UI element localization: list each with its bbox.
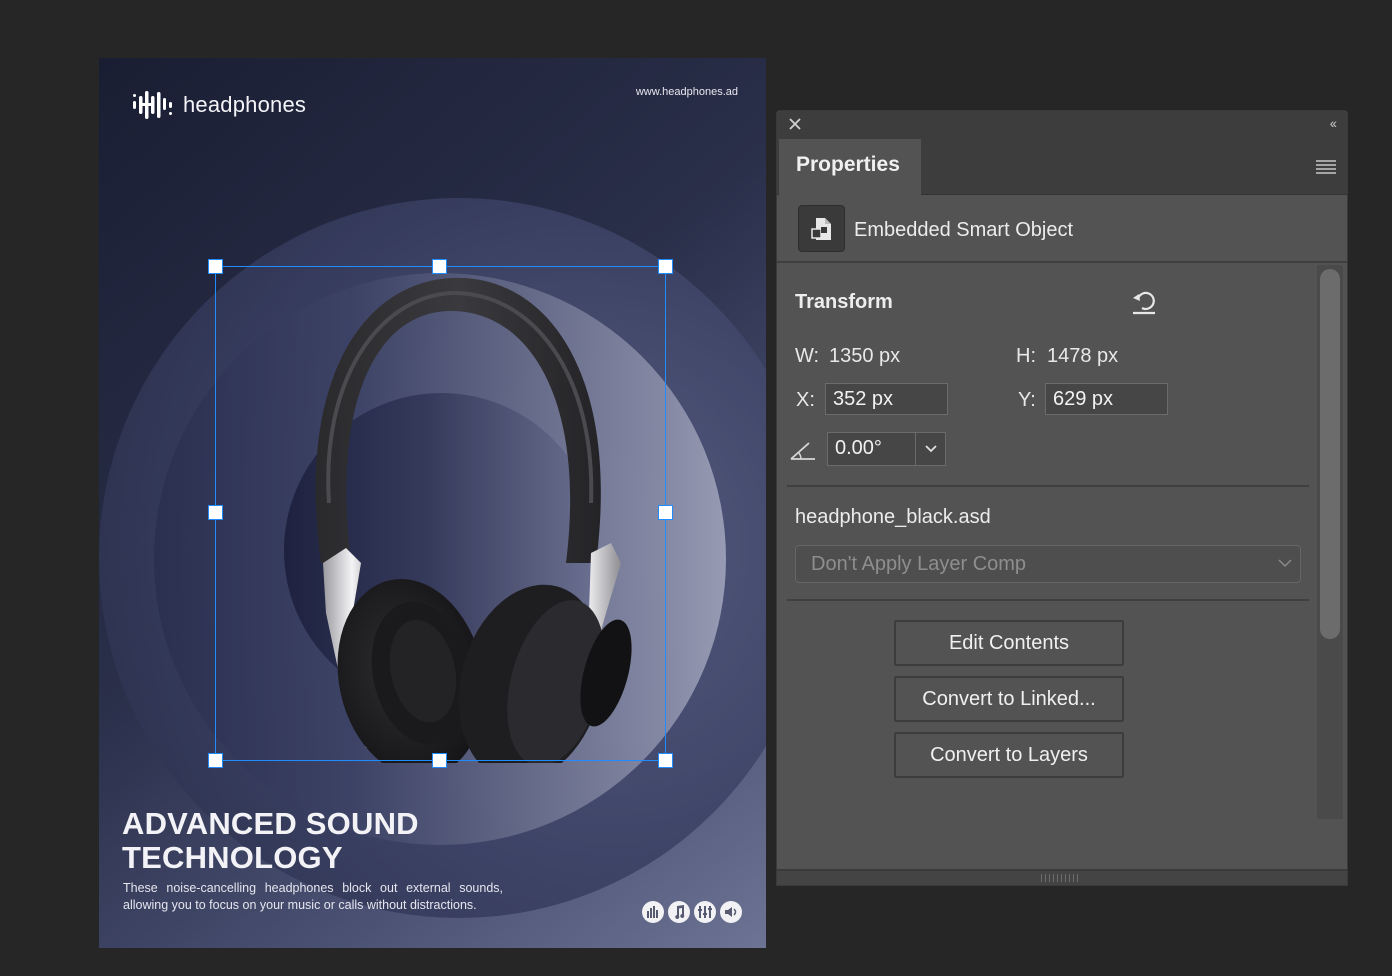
chevron-down-icon (924, 445, 937, 453)
section-divider (787, 485, 1309, 487)
collapse-panel-icon[interactable]: ‹‹ (1330, 115, 1337, 131)
y-position-field[interactable]: 629 px (1045, 383, 1168, 415)
panel-title-bar: ‹‹ (777, 111, 1347, 139)
panel-resize-bar[interactable] (777, 869, 1347, 885)
panel-tab-row: Properties (777, 139, 1347, 195)
smart-object-header: Embedded Smart Object (777, 195, 1347, 263)
sound-wave-logo-icon (133, 91, 172, 119)
chevron-down-icon (1278, 559, 1292, 568)
speaker-icon (720, 901, 742, 923)
transform-handle-bottom-left[interactable] (208, 753, 223, 768)
angle-icon (790, 442, 815, 460)
brand-name: headphones (183, 92, 307, 117)
smart-object-icon (798, 205, 845, 252)
x-position-field[interactable]: 352 px (825, 383, 948, 415)
smart-object-type: Embedded Smart Object (854, 219, 1073, 241)
panel-menu-icon[interactable] (1315, 159, 1337, 175)
convert-to-linked-button[interactable]: Convert to Linked... (894, 676, 1124, 722)
poster-canvas[interactable]: headphones www.headphones.ad ADVANCED SO… (99, 58, 766, 948)
convert-to-layers-button[interactable]: Convert to Layers (894, 732, 1124, 778)
smart-object-filename: headphone_black.asd (795, 506, 991, 528)
y-label: Y: (1018, 389, 1036, 411)
x-label: X: (796, 389, 815, 411)
poster-body-text: These noise-cancelling headphones block … (123, 881, 503, 912)
height-label: H: (1016, 345, 1036, 367)
panel-scrollbar-thumb[interactable] (1320, 269, 1340, 639)
transform-handle-right[interactable] (658, 505, 673, 520)
poster-logo: headphones (131, 88, 306, 122)
properties-panel: ‹‹ Properties Embedded Smart Object Tran… (776, 110, 1348, 886)
angle-dropdown[interactable] (915, 432, 946, 466)
headline-line-2: TECHNOLOGY (122, 840, 343, 875)
music-note-icon (668, 901, 690, 923)
layer-comp-select[interactable]: Don't Apply Layer Comp (795, 545, 1301, 583)
transform-bounding-box[interactable] (215, 266, 666, 761)
tab-properties[interactable]: Properties (779, 139, 921, 195)
poster-headline: ADVANCED SOUND TECHNOLOGY (122, 807, 419, 875)
section-divider (787, 599, 1309, 601)
transform-handle-bottom-right[interactable] (658, 753, 673, 768)
transform-handle-bottom[interactable] (432, 753, 447, 768)
width-value: 1350 px (829, 345, 901, 367)
feature-icons (642, 901, 742, 923)
width-label: W: (795, 345, 820, 367)
headline-line-1: ADVANCED SOUND (122, 806, 419, 841)
transform-handle-left[interactable] (208, 505, 223, 520)
transform-handle-top[interactable] (432, 259, 447, 274)
equalizer-icon (642, 901, 664, 923)
reset-transform-icon[interactable] (1129, 287, 1159, 317)
close-icon[interactable] (787, 116, 803, 132)
resize-grip-icon[interactable] (1041, 874, 1081, 882)
layer-comp-value: Don't Apply Layer Comp (811, 553, 1027, 575)
transform-section-title: Transform (795, 291, 893, 313)
sliders-icon (694, 901, 716, 923)
rotation-angle-field[interactable]: 0.00° (827, 432, 916, 466)
edit-contents-button[interactable]: Edit Contents (894, 620, 1124, 666)
transform-handle-top-left[interactable] (208, 259, 223, 274)
poster-url: www.headphones.ad (635, 86, 738, 98)
height-value: 1478 px (1047, 345, 1119, 367)
transform-handle-top-right[interactable] (658, 259, 673, 274)
